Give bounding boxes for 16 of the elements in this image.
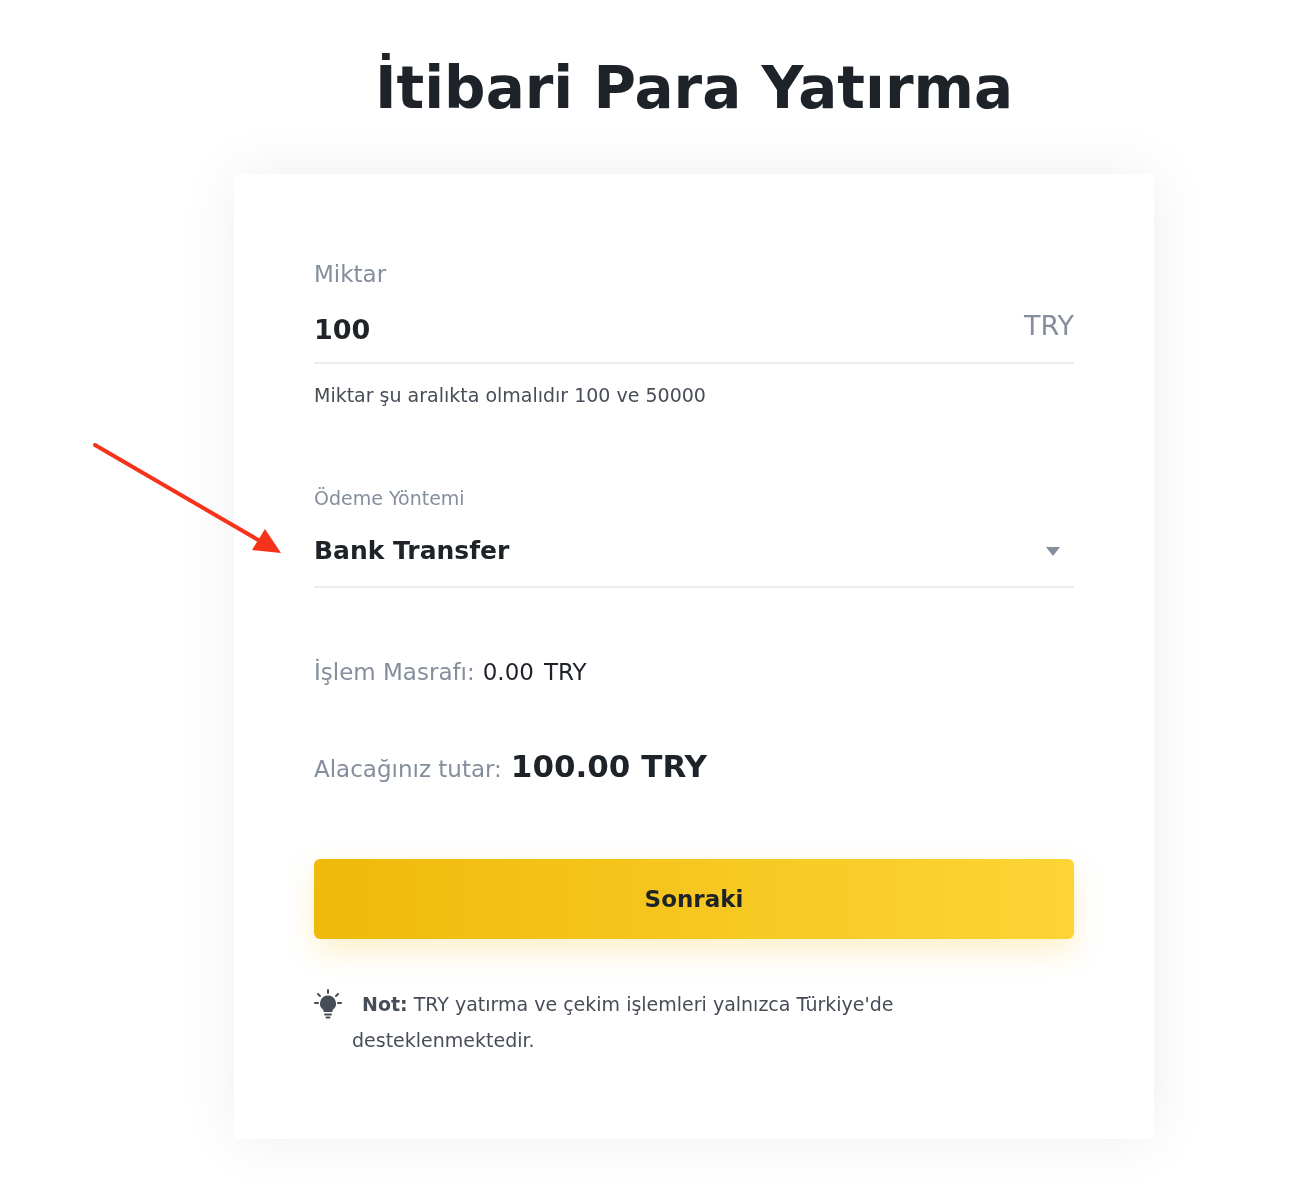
amount-label: Miktar bbox=[314, 260, 387, 289]
caret-icon bbox=[1046, 546, 1060, 556]
currency-suffix: TRY bbox=[1023, 309, 1074, 343]
payment-method-select[interactable]: Bank Transfer bbox=[314, 516, 1074, 588]
fee-label: İşlem Masrafı: bbox=[314, 657, 475, 687]
receive-label: Alacağınız tutar: bbox=[314, 755, 502, 784]
payment-method-label: Ödeme Yöntemi bbox=[314, 486, 465, 511]
lightbulb-icon bbox=[314, 989, 342, 1019]
receive-amount: 100.00 TRY bbox=[510, 747, 707, 786]
amount-input[interactable]: 100 bbox=[314, 307, 1024, 351]
note-text: Not: TRY yatırma ve çekim işlemleri yalnızca Türkiye'de desteklenmektedir. bbox=[352, 992, 895, 1053]
page-title: İtibari Para Yatırma bbox=[374, 52, 1014, 124]
next-button[interactable]: Sonraki bbox=[314, 859, 1074, 939]
fee-currency: TRY bbox=[543, 658, 587, 687]
amount-hint: Miktar şu aralıkta olmalıdır 100 ve 50000 bbox=[314, 383, 706, 408]
fee-value: 0.00 bbox=[482, 658, 534, 687]
